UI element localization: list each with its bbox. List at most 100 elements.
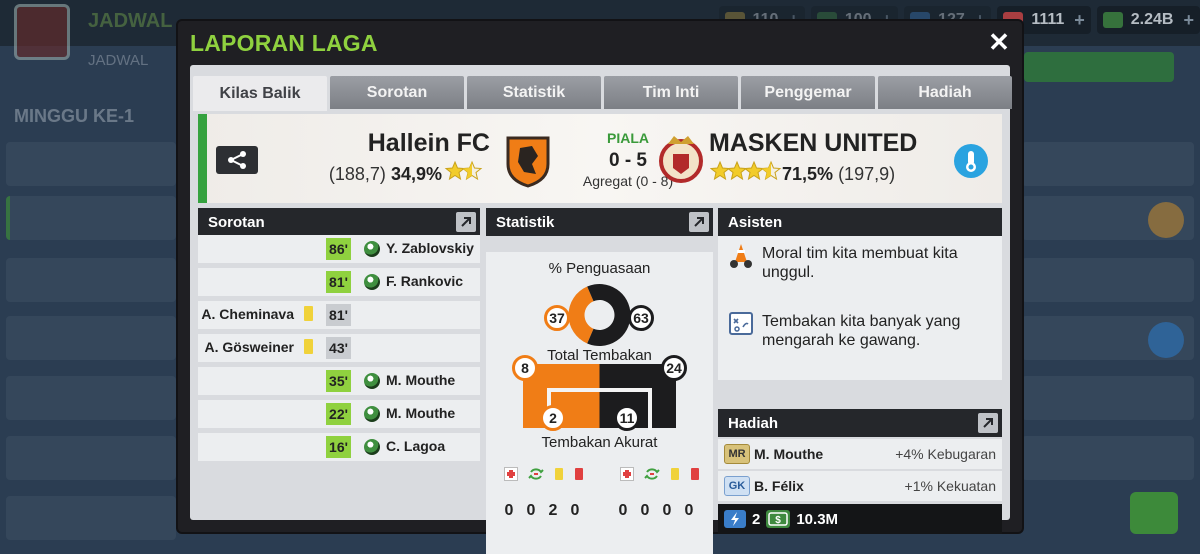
home-team-name[interactable]: Hallein FC <box>368 129 490 158</box>
cash-icon: $ <box>766 510 791 528</box>
event-minute: 86' <box>326 238 351 260</box>
reward-row[interactable]: GK B. Félix +1% Kekuatan <box>718 471 1002 501</box>
dialog-title: LAPORAN LAGA <box>190 30 378 56</box>
yellow-card-icon <box>671 468 679 480</box>
tab-statistik[interactable]: Statistik <box>467 76 601 109</box>
event-player: Y. Zablovskiy <box>386 240 474 256</box>
red-card-icon <box>691 468 699 480</box>
home-injuries: 0 <box>504 502 514 519</box>
share-button[interactable] <box>216 146 258 174</box>
injury-icon <box>504 467 518 481</box>
conditions-button[interactable] <box>954 144 988 178</box>
yellow-card-icon <box>555 468 563 480</box>
cash-icon <box>1102 12 1123 28</box>
reward-cash: 10.3M <box>796 510 839 528</box>
away-team-name[interactable]: MASKEN UNITED <box>709 129 917 158</box>
star-icon <box>726 160 748 181</box>
home-percent: 34,9% <box>390 164 442 184</box>
substitution-icon <box>528 468 544 480</box>
shots-home-value: 8 <box>512 355 538 381</box>
thermometer-icon <box>966 151 976 172</box>
home-rating: (188,7) <box>328 164 386 184</box>
event-player: M. Mouthe <box>386 405 456 421</box>
highlight-row[interactable]: 22' M. Mouthe <box>198 400 480 428</box>
currency-cash[interactable]: 2.24B + <box>1096 6 1200 34</box>
event-minute: 81' <box>326 304 351 326</box>
rewards-title: Hadiah <box>728 414 779 432</box>
stats-title: Statistik <box>496 213 555 231</box>
reward-bonus: +4% Kebugaran <box>895 446 996 462</box>
tab-penggemar[interactable]: Penggemar <box>741 76 875 109</box>
home-discipline-icons <box>504 466 584 482</box>
red-card-icon <box>575 468 583 480</box>
home-red-cards: 0 <box>570 502 580 519</box>
highlight-row[interactable]: 81' F. Rankovic <box>198 268 480 296</box>
expand-arrow-icon <box>461 217 471 227</box>
event-minute: 35' <box>326 370 351 392</box>
background-week-label: MINGGU KE-1 <box>14 106 135 126</box>
highlight-row[interactable]: A. Gösweiner 43' <box>198 334 480 362</box>
expand-highlights-button[interactable] <box>456 212 476 232</box>
expand-arrow-icon <box>983 418 993 428</box>
event-minute: 43' <box>326 337 351 359</box>
away-star-rating <box>710 160 782 181</box>
star-icon <box>743 160 765 181</box>
away-injuries: 0 <box>618 502 628 519</box>
background-row <box>1022 436 1194 480</box>
away-crest-icon <box>659 136 703 183</box>
background-row <box>6 316 176 360</box>
tab-hadiah[interactable]: Hadiah <box>878 76 1012 109</box>
background-row <box>6 258 176 302</box>
reward-row[interactable]: MR M. Mouthe +4% Kebugaran <box>718 439 1002 469</box>
background-badge <box>1148 322 1184 358</box>
highlight-row[interactable]: A. Cheminava 81' <box>198 301 480 329</box>
home-yellow-cards: 2 <box>548 502 558 519</box>
possession-donut <box>568 284 631 346</box>
background-row <box>6 436 176 480</box>
away-percent: 71,5% <box>782 164 834 184</box>
highlights-header: Sorotan <box>198 208 480 236</box>
home-discipline-counts: 0 0 2 0 <box>498 502 586 520</box>
gk-badge-icon: GK <box>724 476 750 496</box>
svg-text:$: $ <box>776 515 782 526</box>
expand-arrow-icon <box>694 217 704 227</box>
highlight-row[interactable]: 16' C. Lagoa <box>198 433 480 461</box>
event-player: C. Lagoa <box>386 438 446 454</box>
expand-rewards-button[interactable] <box>978 413 998 433</box>
goal-ball-icon <box>364 439 380 455</box>
tab-kilas-balik[interactable]: Kilas Balik <box>193 76 327 111</box>
possession-away-value: 63 <box>628 305 654 331</box>
home-star-rating <box>444 160 483 181</box>
away-yellow-cards: 0 <box>662 502 672 519</box>
background-row <box>1022 142 1194 186</box>
result-indicator <box>198 114 207 203</box>
goal-ball-icon <box>364 274 380 290</box>
assistant-tips: Moral tim kita membuat kita unggul. Temb… <box>718 236 1002 380</box>
stats-section: % Penguasaan 37 63 Total Tembakan 8 24 2… <box>486 252 713 554</box>
away-rating: (197,9) <box>838 164 896 184</box>
event-player: F. Rankovic <box>386 273 464 289</box>
currency-value: 2.24B <box>1130 11 1174 28</box>
away-red-cards: 0 <box>684 502 694 519</box>
tab-bar: Kilas Balik Sorotan Statistik Tim Inti P… <box>193 76 1012 111</box>
close-button[interactable]: ✕ <box>986 29 1012 55</box>
stats-header: Statistik <box>486 208 713 236</box>
assistant-tip: Moral tim kita membuat kita unggul. <box>762 245 958 281</box>
reward-player: M. Mouthe <box>754 446 824 462</box>
tab-sorotan[interactable]: Sorotan <box>330 76 464 109</box>
expand-stats-button[interactable] <box>689 212 709 232</box>
star-icon <box>444 160 466 181</box>
event-player: A. Cheminava <box>201 306 294 322</box>
away-discipline-icons <box>620 466 700 482</box>
away-substitutions: 0 <box>640 502 650 519</box>
tab-tim-inti[interactable]: Tim Inti <box>604 76 738 109</box>
on-target-home-value: 2 <box>540 405 566 431</box>
highlight-row[interactable]: 35' M. Mouthe <box>198 367 480 395</box>
club-logo <box>14 4 70 60</box>
event-player: M. Mouthe <box>386 372 456 388</box>
tactics-board-icon <box>729 312 753 335</box>
highlight-row[interactable]: 86' Y. Zablovskiy <box>198 235 480 263</box>
possession-away-segment <box>587 284 631 346</box>
yellow-card-icon <box>304 306 313 321</box>
background-badge <box>1148 202 1184 238</box>
